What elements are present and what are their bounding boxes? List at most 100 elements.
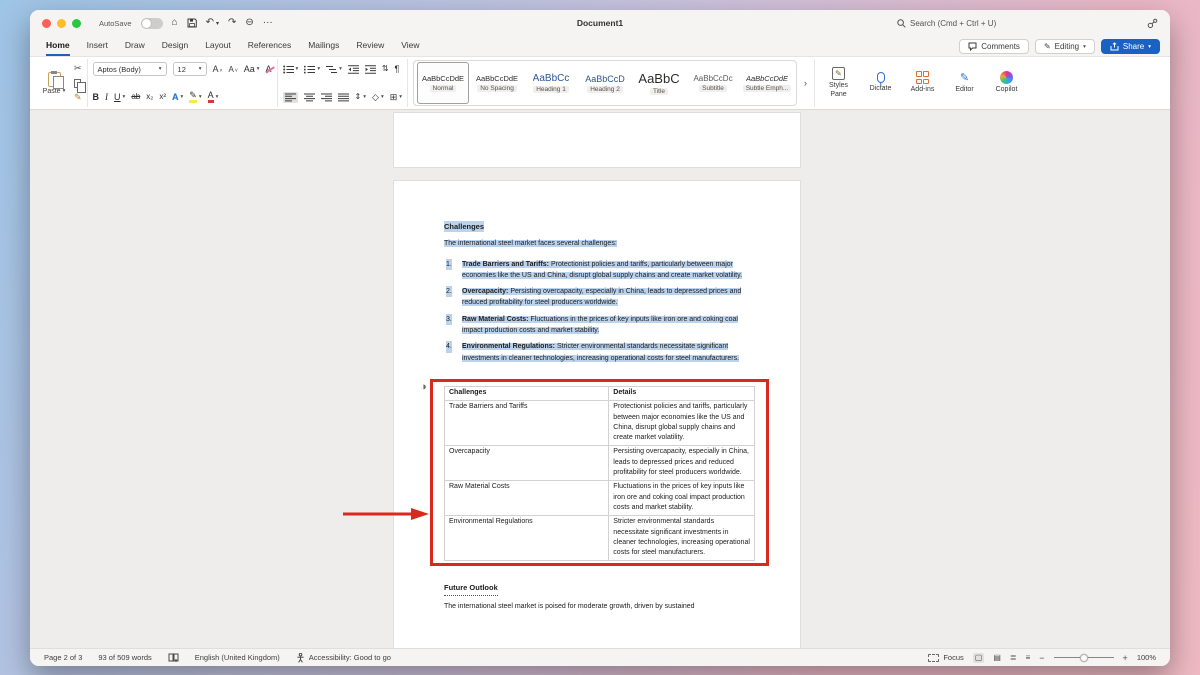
undo-button[interactable]: ↶ ▾ <box>206 18 219 28</box>
word-count[interactable]: 93 of 509 words <box>98 653 151 662</box>
show-formatting-marks-icon[interactable]: ¶ <box>395 65 400 74</box>
chevron-down-icon: ▾ <box>63 88 66 94</box>
styles-pane-label: Styles Pane <box>820 82 857 98</box>
copy-icon[interactable] <box>74 79 81 88</box>
tab-references[interactable]: References <box>248 40 291 56</box>
strikethrough-button[interactable]: ab <box>131 93 140 101</box>
proofing-icon[interactable] <box>168 653 179 662</box>
share-presence-icon[interactable] <box>1147 18 1158 29</box>
superscript-button[interactable]: x² <box>159 93 166 101</box>
align-left-button[interactable] <box>283 92 298 103</box>
autosave-toggle[interactable] <box>141 18 163 29</box>
list-term: Raw Material Costs: <box>462 316 529 323</box>
search-input[interactable]: Search (Cmd + Ctrl + U) <box>897 19 1047 28</box>
tab-home[interactable]: Home <box>46 40 70 56</box>
view-outline-button[interactable]: ≡ <box>1026 654 1031 662</box>
share-button[interactable]: Share ▾ <box>1101 39 1160 54</box>
style-subtitle[interactable]: AaBbCcDc Subtitle <box>687 62 739 104</box>
grow-font-button[interactable]: A˄ <box>213 64 223 74</box>
zoom-slider[interactable] <box>1054 657 1114 658</box>
copilot-button[interactable]: Copilot <box>988 71 1025 94</box>
highlight-button[interactable]: ✎▾ <box>189 91 201 103</box>
tab-draw[interactable]: Draw <box>125 40 145 56</box>
paste-button[interactable]: Paste▾ <box>39 72 69 95</box>
print-icon[interactable]: ⊖ <box>245 18 253 28</box>
format-painter-icon[interactable]: ✎ <box>74 93 82 102</box>
numbering-button[interactable]: ▾ <box>304 65 320 74</box>
zoom-in-button[interactable]: + <box>1123 653 1128 663</box>
doc-future-text: The international steel market is poised… <box>444 601 750 612</box>
dictate-button[interactable]: Dictate <box>862 72 899 93</box>
view-print-layout-button[interactable]: ▢ <box>973 653 985 663</box>
doc-heading-challenges: Challenges <box>444 221 484 232</box>
subscript-button[interactable]: x₂ <box>146 93 153 101</box>
font-size-combobox[interactable]: 12 ▾ <box>173 62 207 76</box>
underline-button[interactable]: U▾ <box>114 93 125 102</box>
bullets-button[interactable]: ▾ <box>283 65 299 74</box>
change-case-button[interactable]: Aa▾ <box>244 65 260 74</box>
tab-design[interactable]: Design <box>162 40 188 56</box>
text-effects-button[interactable]: A▾ <box>172 93 183 102</box>
tab-review[interactable]: Review <box>356 40 384 56</box>
zoom-slider-thumb[interactable] <box>1080 654 1088 662</box>
table-cell: Environmental Regulations <box>445 516 609 561</box>
view-web-layout-button[interactable]: ≣ <box>1010 654 1017 662</box>
style-label: Heading 2 <box>587 86 623 93</box>
tab-mailings[interactable]: Mailings <box>308 40 339 56</box>
shrink-font-button[interactable]: A˅ <box>228 65 237 74</box>
style-no-spacing[interactable]: AaBbCcDdE No Spacing <box>471 62 523 104</box>
decrease-indent-button[interactable] <box>348 65 359 74</box>
copilot-margin-icon[interactable]: ◑ <box>420 382 427 393</box>
table-cell: Stricter environmental standards necessi… <box>609 516 755 561</box>
styles-pane-button[interactable]: ✎ Styles Pane <box>820 67 857 98</box>
close-window-button[interactable] <box>42 19 51 28</box>
italic-button[interactable]: I <box>105 93 108 102</box>
cut-icon[interactable]: ✂ <box>74 64 82 73</box>
shading-button[interactable]: ◇▾ <box>372 93 384 102</box>
tab-view[interactable]: View <box>401 40 419 56</box>
style-subtle-emphasis[interactable]: AaBbCcDdE Subtle Emph... <box>741 62 793 104</box>
more-commands-icon[interactable]: ··· <box>263 18 273 28</box>
style-heading-1[interactable]: AaBbCc Heading 1 <box>525 62 577 104</box>
challenges-table[interactable]: Challenges Details Trade Barriers and Ta… <box>444 386 755 561</box>
justify-button[interactable] <box>338 93 349 102</box>
minimize-window-button[interactable] <box>57 19 66 28</box>
redo-icon[interactable]: ↷ <box>228 18 236 28</box>
sort-icon[interactable]: ⇅ <box>382 65 389 73</box>
editor-button[interactable]: ✎ Editor <box>946 71 983 94</box>
borders-button[interactable]: ⊞▾ <box>390 93 402 102</box>
style-title[interactable]: AaBbC Title <box>633 62 685 104</box>
font-name-combobox[interactable]: Aptos (Body) ▾ <box>93 62 167 76</box>
styles-gallery-more-icon[interactable]: › <box>802 78 809 88</box>
align-center-button[interactable] <box>304 93 315 102</box>
home-icon[interactable]: ⌂ <box>172 18 178 28</box>
page-2[interactable]: Challenges The international steel marke… <box>393 180 801 648</box>
view-read-mode-button[interactable]: ▤ <box>993 654 1001 662</box>
bold-button[interactable]: B <box>93 93 100 102</box>
table-cell: Raw Material Costs <box>445 481 609 516</box>
document-canvas[interactable]: Challenges The international steel marke… <box>30 110 1170 648</box>
focus-mode-button[interactable]: Focus <box>928 653 963 662</box>
clear-formatting-icon[interactable]: A <box>266 65 272 74</box>
editing-mode-dropdown[interactable]: ✎ Editing ▾ <box>1035 39 1095 54</box>
align-right-button[interactable] <box>321 93 332 102</box>
accessibility-status[interactable]: Accessibility: Good to go <box>296 653 391 663</box>
multilevel-list-button[interactable]: ▾ <box>326 65 342 74</box>
increase-indent-button[interactable] <box>365 65 376 74</box>
list-item: 3. Raw Material Costs:Fluctuations in th… <box>444 314 750 337</box>
font-color-button[interactable]: A▾ <box>208 91 219 103</box>
tab-layout[interactable]: Layout <box>205 40 231 56</box>
line-spacing-button[interactable]: ⇕▾ <box>355 93 366 101</box>
comments-button[interactable]: Comments <box>959 39 1029 54</box>
tab-insert[interactable]: Insert <box>87 40 108 56</box>
style-normal[interactable]: AaBbCcDdE Normal <box>417 62 469 104</box>
style-heading-2[interactable]: AaBbCcD Heading 2 <box>579 62 631 104</box>
page-indicator[interactable]: Page 2 of 3 <box>44 653 82 662</box>
zoom-window-button[interactable] <box>72 19 81 28</box>
numbering-icon <box>304 65 315 74</box>
zoom-out-button[interactable]: − <box>1039 653 1044 663</box>
save-icon[interactable] <box>187 18 197 28</box>
language-indicator[interactable]: English (United Kingdom) <box>195 653 280 662</box>
zoom-level[interactable]: 100% <box>1137 653 1156 662</box>
add-ins-button[interactable]: Add-ins <box>904 71 941 94</box>
